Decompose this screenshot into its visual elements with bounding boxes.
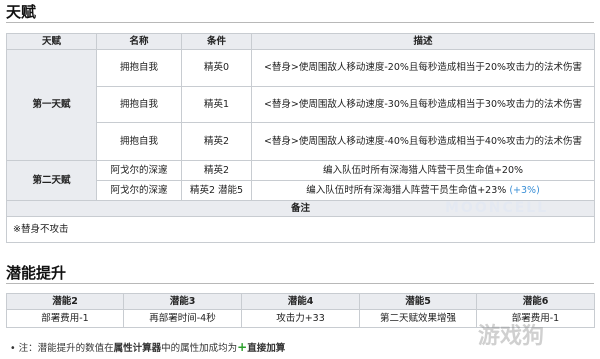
talent-condition: 精英0 [181, 49, 252, 87]
potential-bonus-text: (+3%) [509, 184, 540, 196]
talent-name: 拥抱自我 [96, 86, 182, 123]
talent-name: 拥抱自我 [96, 122, 182, 161]
talent-condition: 精英1 [181, 86, 252, 123]
talent-section-title: 天赋 [6, 3, 37, 21]
attribute-calculator-link[interactable]: 属性计算器 [114, 343, 162, 354]
talent-header-name: 名称 [96, 33, 182, 50]
talent-condition: 精英2 [181, 160, 252, 181]
potential-title-divider [6, 283, 594, 284]
potential-header: 潜能6 [476, 293, 595, 310]
talent-condition: 精英2 潜能5 [181, 180, 252, 201]
footnote-prefix: • 注：潜能提升的数值在 [10, 343, 114, 354]
mooncell-watermark: MOONCELL [445, 200, 549, 216]
potential-section-title: 潜能提升 [6, 264, 67, 282]
talent-title-divider [6, 22, 594, 23]
talent-name: 拥抱自我 [96, 49, 182, 87]
note-text: ※替身不攻击 [6, 216, 595, 243]
potential-value: 攻击力+33 [241, 309, 360, 328]
site-watermark: 游戏狗 [478, 324, 545, 349]
talent-description: <替身>使周围敌人移动速度-40%且每秒造成相当于40%攻击力的法术伤害 [251, 122, 595, 161]
potential-header: 潜能5 [359, 293, 477, 310]
potential-value: 第二天赋效果增强 [359, 309, 477, 328]
talent-description: <替身>使周围敌人移动速度-30%且每秒造成相当于30%攻击力的法术伤害 [251, 86, 595, 123]
talent-condition: 精英2 [181, 122, 252, 161]
talent-header-talent: 天赋 [6, 33, 97, 50]
direct-addition-link[interactable]: 直接加算 [247, 343, 285, 354]
talent-name: 阿戈尔的深邃 [96, 160, 182, 181]
talent-description-text: 编入队伍时所有深海猎人阵营干员生命值+23% [306, 184, 507, 196]
talent-header-description: 描述 [251, 33, 595, 50]
talent-group-second: 第二天赋 [6, 160, 97, 201]
footnote-middle: 中的属性加成均为 [161, 343, 238, 354]
plus-icon: + [237, 340, 248, 354]
potential-footnote: • 注：潜能提升的数值在属性计算器中的属性加成均为+直接加算 [10, 340, 285, 354]
potential-header: 潜能3 [123, 293, 242, 310]
talent-description: 编入队伍时所有深海猎人阵营干员生命值+23% (+3%) [251, 180, 595, 201]
talent-name: 阿戈尔的深邃 [96, 180, 182, 201]
talent-description: 编入队伍时所有深海猎人阵营干员生命值+20% [251, 160, 595, 181]
talent-group-first: 第一天赋 [6, 49, 97, 161]
potential-header: 潜能2 [6, 293, 124, 310]
talent-header-condition: 条件 [181, 33, 252, 50]
talent-description: <替身>使周围敌人移动速度-20%且每秒造成相当于20%攻击力的法术伤害 [251, 49, 595, 87]
potential-header: 潜能4 [241, 293, 360, 310]
table-row: 第一天赋 拥抱自我 精英0 <替身>使周围敌人移动速度-20%且每秒造成相当于2… [6, 49, 595, 161]
potential-value: 再部署时间-4秒 [123, 309, 242, 328]
table-row: 第二天赋 阿戈尔的深邃 精英2 编入队伍时所有深海猎人阵营干员生命值+20% [6, 160, 595, 201]
potential-value: 部署费用-1 [6, 309, 124, 328]
